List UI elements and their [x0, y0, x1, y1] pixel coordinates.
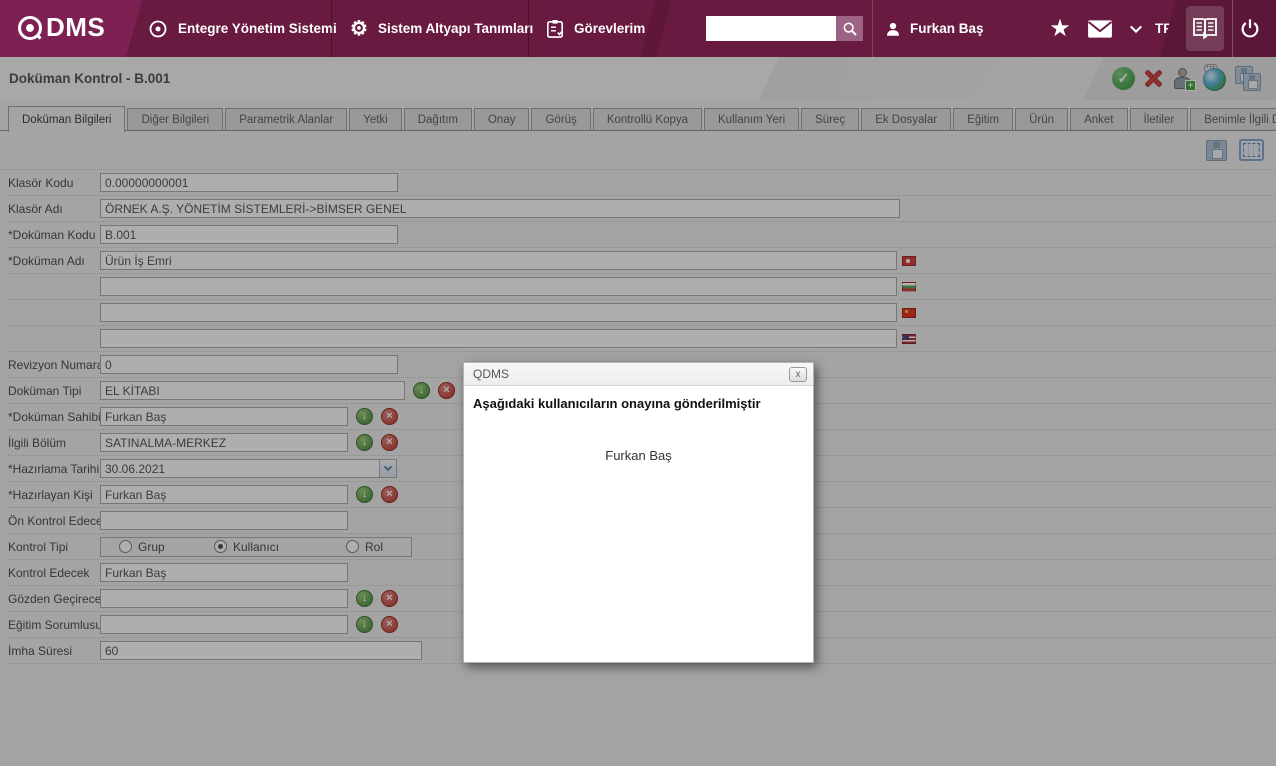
gear-icon: ⚙ [350, 16, 368, 41]
logout-button[interactable] [1232, 0, 1268, 57]
dialog-title: QDMS [473, 367, 789, 381]
menu-item-sistem-altyapi-tanimlari[interactable]: ⚙ Sistem Altyapı Tanımları [340, 0, 543, 57]
search-input[interactable] [706, 16, 836, 41]
menu-item-entegre-yonetim-sistemi[interactable]: Entegre Yönetim Sistemi [138, 0, 347, 57]
chevron-down-icon [1129, 24, 1143, 34]
dialog-approver-name: Furkan Baş [464, 448, 813, 463]
user-name: Furkan Baş [910, 21, 984, 36]
target-icon [148, 19, 168, 39]
menu-item-label: Görevlerim [574, 21, 645, 36]
menu-item-label: Sistem Altyapı Tanımları [378, 21, 533, 36]
star-icon: ★ [1049, 14, 1071, 43]
qdms-logo[interactable]: DMS [16, 12, 105, 43]
topbar-divider [872, 0, 873, 57]
search-button[interactable] [836, 16, 863, 41]
logo-text: DMS [46, 12, 105, 43]
envelope-icon [1087, 19, 1113, 39]
menu-separator [528, 0, 529, 57]
qdms-app: DMS Entegre Yönetim Sistemi ⚙ Sistem Alt… [0, 0, 1276, 766]
favorites-button[interactable]: ★ [1045, 0, 1075, 57]
power-icon [1239, 17, 1261, 41]
open-book-icon [1191, 16, 1219, 42]
qdms-logo-icon [16, 14, 44, 42]
menu-item-gorevlerim[interactable]: Görevlerim [536, 0, 655, 57]
qdms-dialog: QDMS x Aşağıdaki kullanıcıların onayına … [463, 362, 814, 663]
menu-item-label: Entegre Yönetim Sistemi [178, 21, 337, 36]
dialog-close-button[interactable]: x [789, 367, 807, 382]
topbar: DMS Entegre Yönetim Sistemi ⚙ Sistem Alt… [0, 0, 1276, 57]
user-icon [884, 20, 902, 38]
help-manual-button[interactable] [1186, 6, 1224, 51]
language-dropdown-button[interactable] [1124, 0, 1148, 57]
menu-separator [331, 0, 332, 57]
dialog-message: Aşağıdaki kullanıcıların onayına gönderi… [464, 386, 813, 411]
topbar-search [706, 16, 863, 41]
search-icon [842, 21, 858, 37]
user-menu[interactable]: Furkan Baş [884, 0, 984, 57]
topbar-right-section [1180, 0, 1276, 57]
tasks-clipboard-icon [546, 19, 564, 39]
messages-button[interactable] [1083, 0, 1117, 57]
dialog-titlebar: QDMS x [464, 363, 813, 386]
